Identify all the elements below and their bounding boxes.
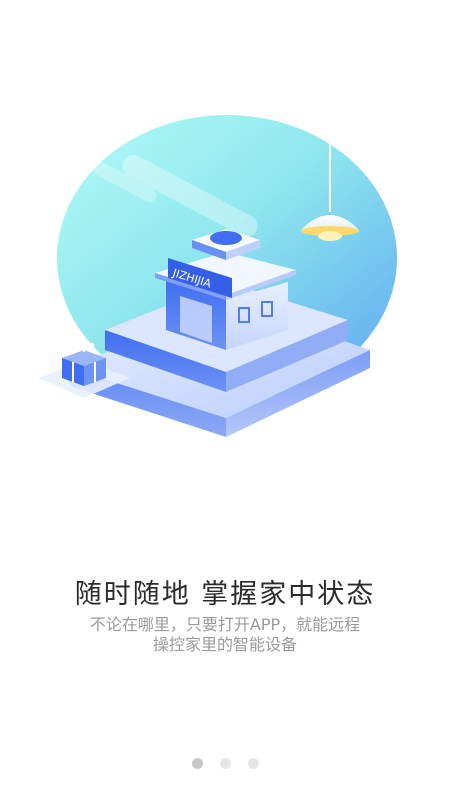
onboarding-screen: JIZHIJIA 随时随地 掌握家中状态 不论在哪里，只要打开APP，就能远程 …	[0, 0, 450, 800]
description-line-2: 操控家里的智能设备	[152, 635, 297, 654]
onboarding-headline: 随时随地 掌握家中状态	[74, 579, 376, 610]
page-dot-3[interactable]	[247, 758, 259, 769]
description-line-1: 不论在哪里，只要打开APP，就能远程	[89, 615, 361, 634]
smart-home-illustration: JIZHIJIA	[38, 115, 397, 437]
onboarding-description: 不论在哪里，只要打开APP，就能远程 操控家里的智能设备	[0, 615, 450, 655]
page-indicator	[0, 758, 450, 770]
page-dot-2[interactable]	[219, 758, 231, 769]
page-dot-1[interactable]	[191, 758, 203, 769]
